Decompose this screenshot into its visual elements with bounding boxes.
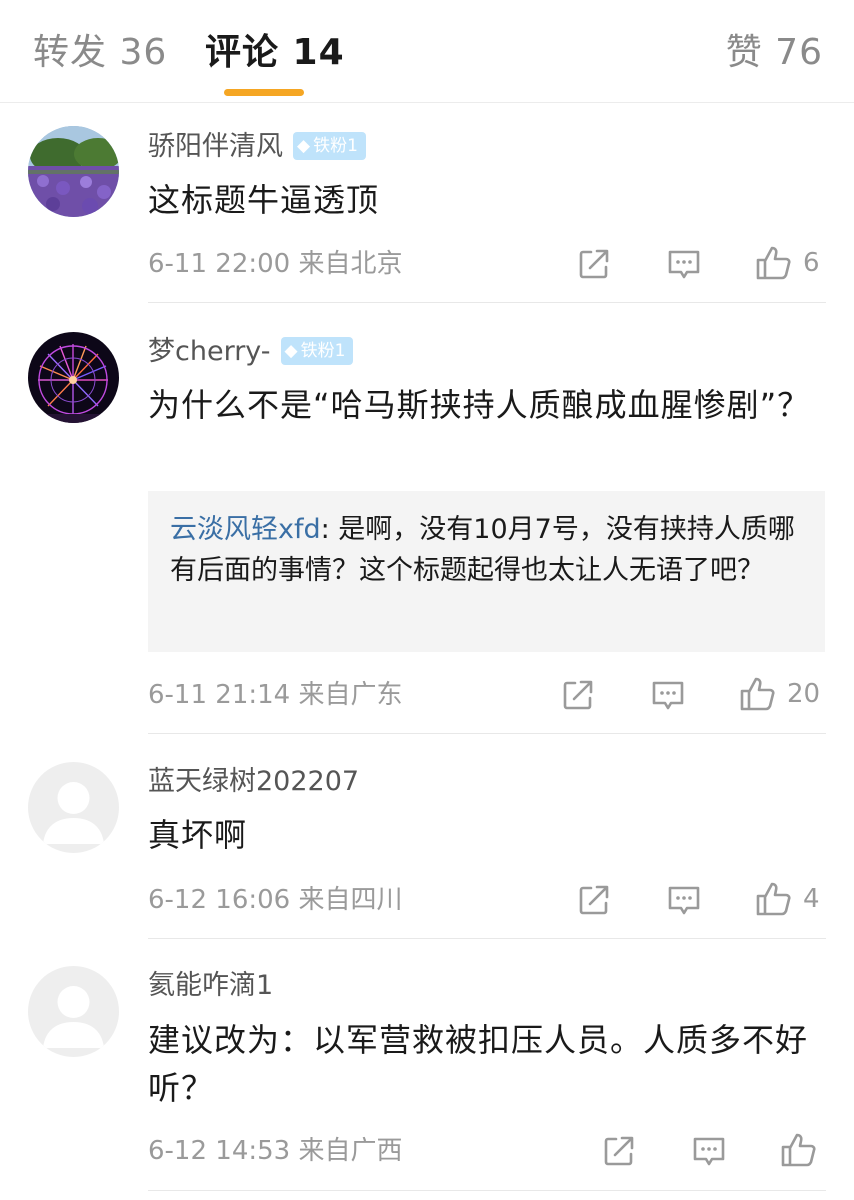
share-button[interactable] [577, 880, 611, 920]
divider [148, 938, 826, 939]
fan-badge[interactable]: ◆ 铁粉1 [280, 337, 354, 365]
comment-text: 为什么不是“哈马斯挟持人质酿成血腥惨剧”？ [148, 386, 811, 424]
like-count: 4 [803, 884, 820, 914]
share-button[interactable] [602, 1131, 636, 1171]
fan-badge-label: 铁粉1 [300, 341, 346, 361]
tab-comment[interactable]: 评论 14 [205, 30, 345, 76]
share-button[interactable] [561, 675, 595, 715]
active-tab-indicator [224, 89, 304, 96]
avatar-photo-icon [28, 126, 119, 217]
fan-badge-label: 铁粉1 [313, 136, 358, 156]
like-button[interactable]: 4 [755, 879, 820, 919]
avatar[interactable] [28, 126, 119, 217]
comment-meta: 6-12 14:53 来自广西 [148, 1136, 403, 1166]
reply-username[interactable]: 云淡风轻xfd [170, 514, 321, 545]
share-icon [579, 885, 609, 915]
default-user-icon [28, 966, 119, 1057]
username-text[interactable]: 骄阳伴清风 [148, 131, 283, 162]
comment-text: 这标题牛逼透顶 [148, 181, 380, 219]
thumbs-up-icon [756, 246, 791, 280]
default-user-icon [28, 762, 119, 853]
share-icon [579, 249, 609, 279]
comment-icon [668, 250, 700, 279]
comment-icon [652, 681, 684, 710]
comment-meta: 6-11 21:14 来自广东 [148, 680, 403, 710]
avatar[interactable] [28, 332, 119, 423]
comment-meta: 6-11 22:00 来自北京 [148, 249, 403, 279]
fan-badge[interactable]: ◆ 铁粉1 [293, 132, 366, 160]
comment-button[interactable] [666, 244, 702, 284]
username[interactable]: 氦能咋滴1 [148, 968, 273, 1004]
tab-bar: 转发 36 评论 14 赞 76 [0, 0, 854, 103]
comment-meta: 6-12 16:06 来自四川 [148, 885, 403, 915]
username-text[interactable]: 梦cherry- [148, 336, 271, 367]
divider [148, 1190, 826, 1191]
like-count: 6 [803, 248, 820, 278]
share-icon [563, 680, 593, 710]
comment-icon [668, 886, 700, 915]
comment-text: 建议改为：以军营救被扣压人员。人质多不好听？ [148, 1021, 809, 1107]
like-count: 20 [787, 679, 821, 709]
avatar[interactable] [28, 762, 119, 853]
like-button[interactable]: 6 [755, 243, 820, 283]
avatar-photo-icon [28, 332, 119, 423]
divider [148, 302, 826, 303]
comment-text: 真坏啊 [148, 816, 248, 854]
tab-like[interactable]: 赞 76 [726, 30, 823, 76]
like-button[interactable] [780, 1130, 828, 1170]
reply-preview[interactable]: 云淡风轻xfd: 是啊，没有10月7号，没有挟持人质哪有后面的事情？这个标题起得… [148, 491, 825, 652]
thumbs-up-icon [756, 882, 791, 916]
thumbs-up-icon [740, 677, 775, 711]
share-icon [604, 1136, 634, 1166]
divider [148, 733, 826, 734]
like-button[interactable]: 20 [739, 674, 820, 714]
comment-button[interactable] [650, 675, 686, 715]
avatar[interactable] [28, 966, 119, 1057]
username[interactable]: 蓝天绿树202207 [148, 764, 359, 800]
share-button[interactable] [577, 244, 611, 284]
diamond-icon: ◆ [284, 341, 298, 361]
diamond-icon: ◆ [297, 136, 311, 156]
comment-button[interactable] [691, 1131, 727, 1171]
thumbs-up-icon [781, 1133, 816, 1167]
comment-button[interactable] [666, 880, 702, 920]
username[interactable]: 骄阳伴清风 ◆ 铁粉1 [148, 129, 366, 165]
tab-repost[interactable]: 转发 36 [33, 30, 167, 76]
comment-icon [693, 1137, 725, 1166]
username[interactable]: 梦cherry- ◆ 铁粉1 [148, 334, 354, 370]
